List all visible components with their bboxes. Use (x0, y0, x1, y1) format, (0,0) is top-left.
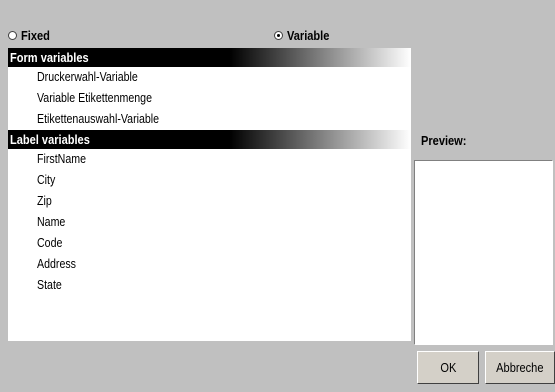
list-item-form-variable[interactable]: Variable Etikettenmenge (8, 88, 411, 109)
radio-variable[interactable]: Variable (274, 28, 337, 43)
list-item-label-variable[interactable]: Zip (8, 191, 411, 212)
list-item-label-variable[interactable]: State (8, 275, 411, 296)
list-item-label-variable[interactable]: Name (8, 212, 411, 233)
radio-fixed[interactable]: Fixed (8, 28, 55, 43)
list-item-form-variable[interactable]: Druckerwahl-Variable (8, 67, 411, 88)
preview-box (414, 160, 553, 345)
radio-fixed-dot[interactable] (8, 31, 17, 40)
list-item-label-variable[interactable]: City (8, 170, 411, 191)
preview-label: Preview: (421, 133, 467, 148)
list-item-form-variable[interactable]: Etikettenauswahl-Variable (8, 109, 411, 130)
radio-variable-dot[interactable] (274, 31, 283, 40)
variables-list[interactable]: Form variables Druckerwahl-Variable Vari… (8, 48, 411, 341)
group-header-form-variables: Form variables (8, 48, 411, 67)
list-item-label-variable[interactable]: Address (8, 254, 411, 275)
radio-variable-label: Variable (287, 28, 330, 43)
list-item-label-variable[interactable]: Code (8, 233, 411, 254)
list-item-label-variable[interactable]: FirstName (8, 149, 411, 170)
ok-button[interactable]: OK (417, 351, 479, 384)
group-header-label-variables: Label variables (8, 130, 411, 149)
cancel-button[interactable]: Abbreche (485, 351, 555, 384)
radio-fixed-label: Fixed (21, 28, 50, 43)
